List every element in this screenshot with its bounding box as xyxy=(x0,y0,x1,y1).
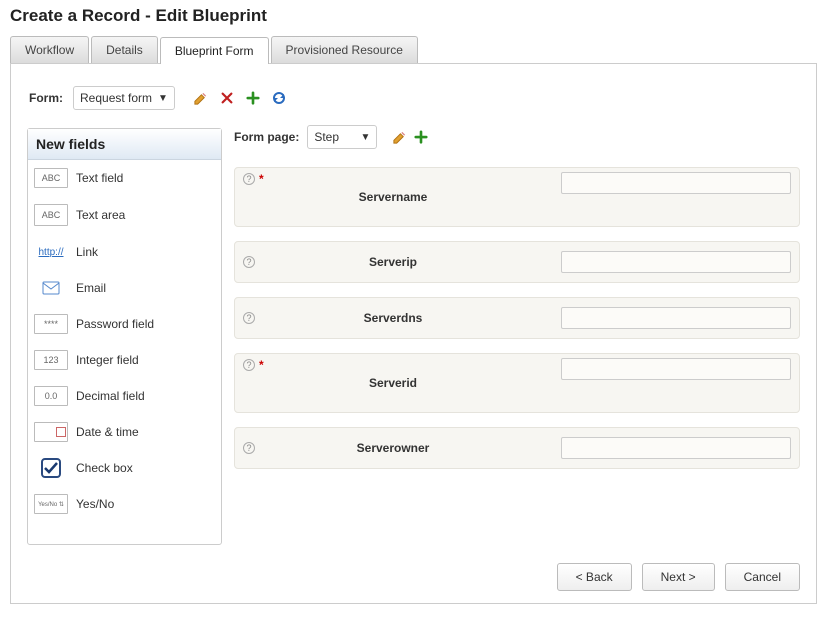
palette-yesno[interactable]: Yes/No ⇅ Yes/No xyxy=(28,486,221,522)
field-input-serverowner[interactable] xyxy=(561,437,791,459)
refresh-icon[interactable] xyxy=(271,90,287,106)
datetime-icon xyxy=(34,422,68,442)
chevron-down-icon: ▼ xyxy=(158,93,168,104)
palette-item-label: Text field xyxy=(76,171,123,185)
next-button[interactable]: Next > xyxy=(642,563,715,591)
pencil-icon[interactable] xyxy=(193,90,209,106)
field-label: Serverip xyxy=(283,255,503,269)
add-icon[interactable] xyxy=(245,90,261,106)
palette-item-label: Link xyxy=(76,245,98,259)
back-button[interactable]: < Back xyxy=(557,563,632,591)
help-icon[interactable]: ? xyxy=(243,359,255,371)
help-icon[interactable]: ? xyxy=(243,173,255,185)
tab-blueprint-form[interactable]: Blueprint Form xyxy=(160,37,269,64)
link-icon: http:// xyxy=(34,242,68,262)
field-label: Serverdns xyxy=(283,311,503,325)
palette-text-area[interactable]: ABC Text area xyxy=(28,196,221,234)
palette-item-label: Yes/No xyxy=(76,497,114,511)
palette-item-label: Date & time xyxy=(76,425,139,439)
tab-bar: Workflow Details Blueprint Form Provisio… xyxy=(10,36,817,64)
field-row-serverowner[interactable]: ? Serverowner xyxy=(234,427,800,469)
field-row-serverdns[interactable]: ? Serverdns xyxy=(234,297,800,339)
form-page-row: Form page: Step ▼ xyxy=(234,125,800,149)
palette-email[interactable]: Email xyxy=(28,270,221,306)
field-input-serverid[interactable] xyxy=(561,358,791,380)
palette-decimal[interactable]: 0.0 Decimal field xyxy=(28,378,221,414)
new-fields-title: New fields xyxy=(28,129,221,160)
field-label: Servername xyxy=(283,190,503,204)
required-icon: * xyxy=(259,358,264,372)
palette-password[interactable]: **** Password field xyxy=(28,306,221,342)
field-input-serverdns[interactable] xyxy=(561,307,791,329)
checkbox-icon xyxy=(34,458,68,478)
form-fields-list: ? * Servername ? Serverip ? Serverdns xyxy=(234,167,800,469)
form-selector-label: Form: xyxy=(29,91,63,105)
field-row-servername[interactable]: ? * Servername xyxy=(234,167,800,227)
page-title: Create a Record - Edit Blueprint xyxy=(10,6,817,26)
new-fields-panel: New fields ABC Text field ABC Text area … xyxy=(27,128,222,545)
add-icon[interactable] xyxy=(413,129,429,145)
footer-buttons: < Back Next > Cancel xyxy=(27,545,800,591)
palette-item-label: Text area xyxy=(76,208,125,222)
delete-icon[interactable] xyxy=(219,90,235,106)
tab-provisioned-resource[interactable]: Provisioned Resource xyxy=(271,36,418,63)
palette-text-field[interactable]: ABC Text field xyxy=(28,160,221,196)
palette-item-label: Check box xyxy=(76,461,133,475)
form-page-label: Form page: xyxy=(234,130,299,144)
form-selector-dropdown[interactable]: Request form ▼ xyxy=(73,86,175,110)
palette-item-label: Password field xyxy=(76,317,154,331)
cancel-button[interactable]: Cancel xyxy=(725,563,800,591)
form-selector-row: Form: Request form ▼ xyxy=(27,86,800,110)
field-label: Serverid xyxy=(283,376,503,390)
decimal-icon: 0.0 xyxy=(34,386,68,406)
field-row-serverid[interactable]: ? * Serverid xyxy=(234,353,800,413)
palette-item-label: Email xyxy=(76,281,106,295)
tab-workflow[interactable]: Workflow xyxy=(10,36,89,63)
form-page-dropdown[interactable]: Step ▼ xyxy=(307,125,377,149)
chevron-down-icon: ▼ xyxy=(360,132,370,143)
help-icon[interactable]: ? xyxy=(243,442,255,454)
tab-details[interactable]: Details xyxy=(91,36,158,63)
palette-datetime[interactable]: Date & time xyxy=(28,414,221,450)
integer-icon: 123 xyxy=(34,350,68,370)
text-area-icon: ABC xyxy=(34,204,68,226)
required-icon: * xyxy=(259,172,264,186)
yesno-icon: Yes/No ⇅ xyxy=(34,494,68,514)
field-input-serverip[interactable] xyxy=(561,251,791,273)
field-input-servername[interactable] xyxy=(561,172,791,194)
palette-integer[interactable]: 123 Integer field xyxy=(28,342,221,378)
palette-checkbox[interactable]: Check box xyxy=(28,450,221,486)
password-icon: **** xyxy=(34,314,68,334)
palette-item-label: Integer field xyxy=(76,353,139,367)
field-label: Serverowner xyxy=(283,441,503,455)
text-field-icon: ABC xyxy=(34,168,68,188)
pencil-icon[interactable] xyxy=(391,129,407,145)
palette-item-label: Decimal field xyxy=(76,389,145,403)
help-icon[interactable]: ? xyxy=(243,256,255,268)
form-selector-value: Request form xyxy=(80,91,152,105)
palette-link[interactable]: http:// Link xyxy=(28,234,221,270)
field-row-serverip[interactable]: ? Serverip xyxy=(234,241,800,283)
form-page-value: Step xyxy=(314,130,339,144)
email-icon xyxy=(34,278,68,298)
help-icon[interactable]: ? xyxy=(243,312,255,324)
